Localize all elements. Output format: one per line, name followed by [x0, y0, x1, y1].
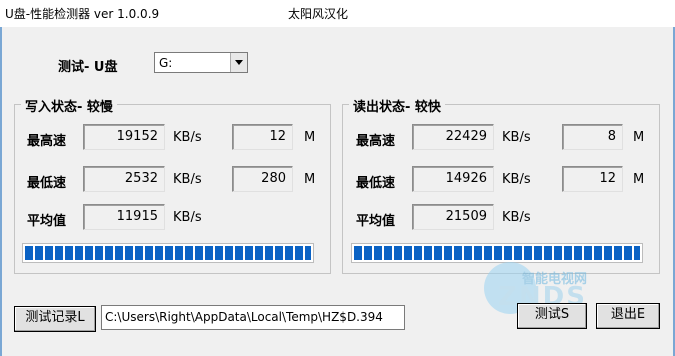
read-max-size-unit: M	[633, 130, 645, 145]
exit-button[interactable]: 退出E	[596, 303, 660, 329]
write-avg-unit: KB/s	[173, 210, 202, 225]
test-button[interactable]: 测试S	[517, 303, 587, 329]
write-max-unit: KB/s	[173, 130, 202, 145]
write-min-speed: 2532	[83, 166, 165, 192]
read-min-label: 最低速	[356, 176, 396, 191]
read-group-title: 读出状态- 较快	[349, 96, 445, 115]
write-avg-speed: 11915	[83, 204, 165, 230]
write-progress-bar	[22, 243, 314, 263]
write-max-size-unit: M	[304, 130, 316, 145]
write-min-label: 最低速	[27, 176, 67, 191]
title-bar: U盘-性能检测器 ver 1.0.0.9 太阳风汉化	[0, 0, 675, 27]
write-min-unit: KB/s	[173, 172, 202, 187]
drive-select[interactable]: G:	[154, 52, 248, 73]
read-min-unit: KB/s	[502, 172, 531, 187]
write-group-title: 写入状态- 较慢	[21, 96, 117, 115]
drive-select-value: G:	[159, 56, 173, 70]
chevron-down-icon[interactable]	[230, 53, 247, 72]
read-max-unit: KB/s	[502, 130, 531, 145]
read-min-speed: 14926	[412, 166, 494, 192]
log-path-field[interactable]: C:\Users\Right\AppData\Local\Temp\HZ$D.3…	[101, 305, 405, 330]
read-min-size-unit: M	[633, 172, 645, 187]
read-avg-label: 平均值	[356, 214, 396, 229]
write-max-speed: 19152	[83, 124, 165, 150]
read-max-label: 最高速	[356, 134, 396, 149]
write-avg-label: 平均值	[27, 214, 67, 229]
read-max-speed: 22429	[412, 124, 494, 150]
read-avg-speed: 21509	[412, 204, 494, 230]
window-credit: 太阳风汉化	[288, 7, 349, 21]
write-min-size-unit: M	[304, 172, 316, 187]
window-border-left	[0, 27, 2, 356]
read-min-size: 12	[562, 166, 623, 192]
write-max-label: 最高速	[27, 134, 67, 149]
write-min-size: 280	[232, 166, 293, 192]
drive-label: 测试- U盘	[58, 60, 118, 75]
read-max-size: 8	[562, 124, 623, 150]
write-progress-fill	[25, 246, 311, 260]
window-title: U盘-性能检测器 ver 1.0.0.9	[5, 7, 160, 21]
write-max-size: 12	[232, 124, 293, 150]
test-log-button[interactable]: 测试记录L	[14, 306, 96, 332]
read-avg-unit: KB/s	[502, 210, 531, 225]
